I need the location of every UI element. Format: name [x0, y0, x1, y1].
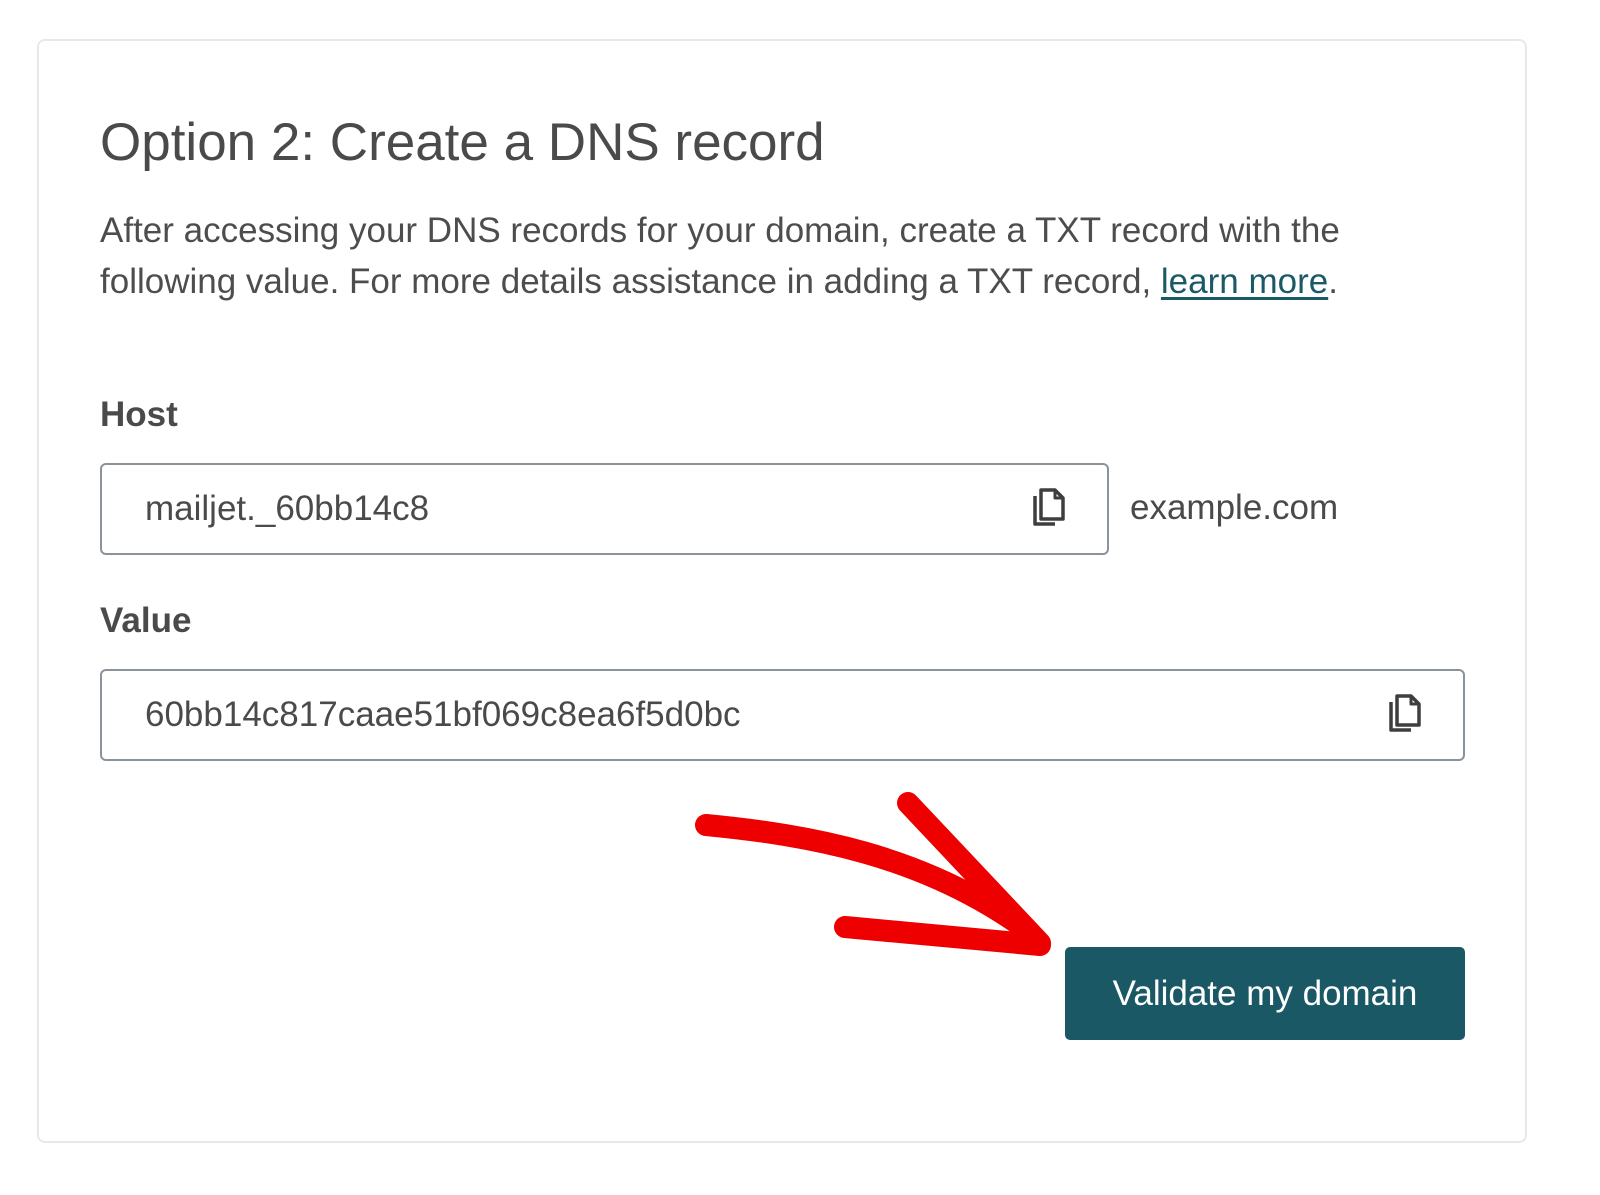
value-field[interactable]: 60bb14c817caae51bf069c8ea6f5d0bc	[100, 669, 1465, 761]
value-label: Value	[100, 601, 192, 640]
copy-icon[interactable]	[1025, 485, 1073, 533]
page-title: Option 2: Create a DNS record	[100, 113, 825, 172]
host-label: Host	[100, 395, 178, 434]
value-text[interactable]: 60bb14c817caae51bf069c8ea6f5d0bc	[145, 671, 741, 759]
learn-more-link[interactable]: learn more	[1161, 262, 1328, 301]
domain-suffix: example.com	[1130, 488, 1339, 527]
description-text: After accessing your DNS records for you…	[100, 211, 1340, 301]
description: After accessing your DNS records for you…	[100, 205, 1430, 307]
copy-icon[interactable]	[1381, 691, 1429, 739]
host-value[interactable]: mailjet._60bb14c8	[145, 465, 429, 553]
validate-domain-button[interactable]: Validate my domain	[1065, 947, 1465, 1040]
host-field[interactable]: mailjet._60bb14c8	[100, 463, 1109, 555]
description-end: .	[1328, 262, 1338, 301]
